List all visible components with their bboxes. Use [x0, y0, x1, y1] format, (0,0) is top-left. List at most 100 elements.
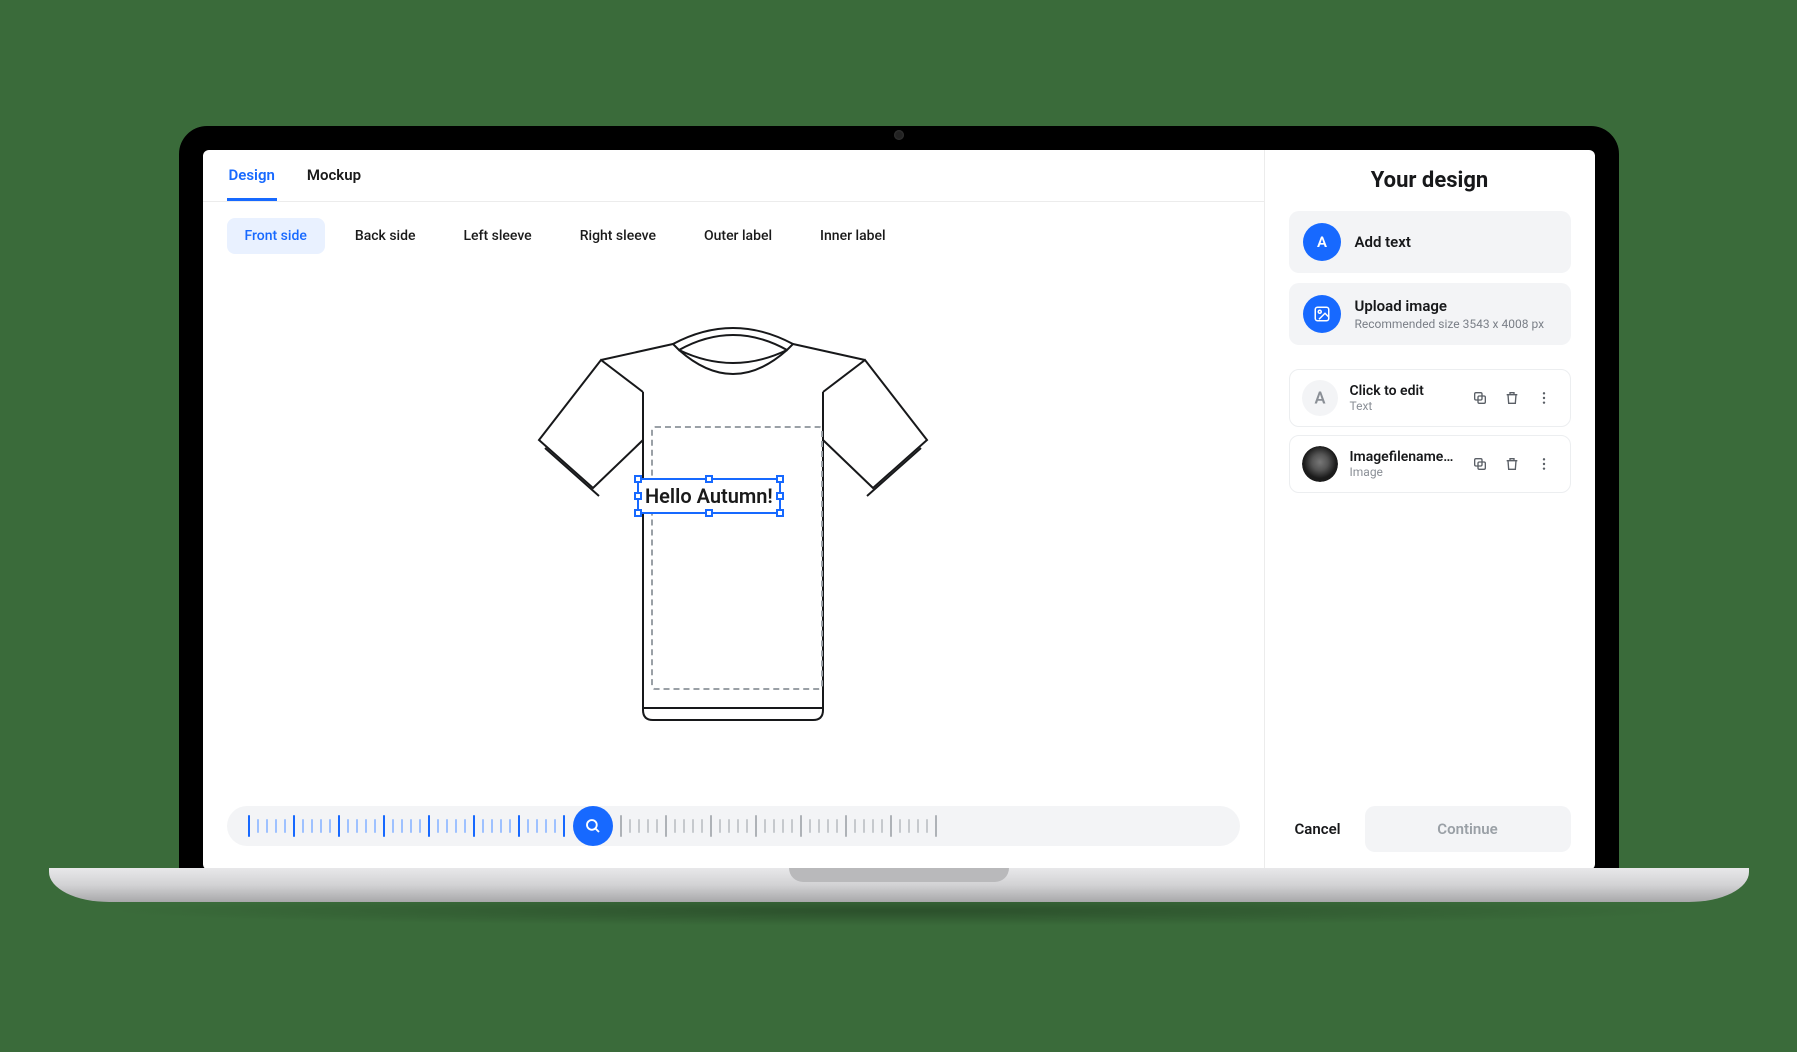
side-left-sleeve[interactable]: Left sleeve — [446, 218, 550, 254]
zoom-tick — [665, 815, 667, 837]
layer-more-button[interactable] — [1530, 384, 1558, 412]
laptop-frame: Design Mockup Front side Back side Left … — [179, 126, 1619, 870]
zoom-slider[interactable] — [227, 806, 1240, 846]
more-icon — [1536, 390, 1552, 406]
zoom-tick — [266, 819, 268, 833]
resize-handle-bm[interactable] — [705, 509, 713, 517]
zoom-tick — [563, 815, 565, 837]
layer-title: Imagefilenamethat... — [1350, 449, 1454, 465]
print-side-tabs: Front side Back side Left sleeve Right s… — [203, 202, 1264, 270]
tab-design[interactable]: Design — [227, 166, 277, 201]
layer-type: Image — [1350, 465, 1454, 479]
layer-title: Click to edit — [1350, 383, 1454, 399]
zoom-tick — [320, 819, 322, 833]
resize-handle-rm[interactable] — [776, 492, 784, 500]
resize-handle-tm[interactable] — [705, 475, 713, 483]
zoom-tick — [782, 819, 784, 833]
layer-row-text[interactable]: A Click to edit Text — [1289, 369, 1571, 427]
cancel-button[interactable]: Cancel — [1289, 808, 1347, 850]
zoom-tick — [647, 819, 649, 833]
zoom-tick — [293, 815, 295, 837]
resize-handle-lm[interactable] — [634, 492, 642, 500]
zoom-knob[interactable] — [573, 806, 613, 846]
more-icon — [1536, 456, 1552, 472]
zoom-tick — [509, 819, 511, 833]
zoom-tick — [872, 819, 874, 833]
zoom-tick — [401, 819, 403, 833]
zoom-tick — [638, 819, 640, 833]
zoom-tick — [728, 819, 730, 833]
zoom-tick — [482, 819, 484, 833]
zoom-tick — [881, 819, 883, 833]
zoom-tick — [464, 819, 466, 833]
duplicate-layer-button[interactable] — [1466, 384, 1494, 412]
canvas-text-element[interactable]: Hello Autumn! — [637, 478, 781, 514]
print-area-bounds — [651, 426, 823, 690]
svg-text:A: A — [1314, 390, 1325, 409]
side-back[interactable]: Back side — [337, 218, 434, 254]
zoom-tick — [248, 815, 250, 837]
trash-icon — [1504, 390, 1520, 406]
delete-layer-button[interactable] — [1498, 450, 1526, 478]
zoom-tick — [737, 819, 739, 833]
text-icon: A — [1303, 223, 1341, 261]
zoom-tick — [410, 819, 412, 833]
zoom-tick — [545, 819, 547, 833]
upload-image-label: Upload image — [1355, 297, 1545, 315]
zoom-tick — [536, 819, 538, 833]
upload-image-button[interactable]: Upload image Recommended size 3543 x 400… — [1289, 283, 1571, 345]
zoom-tick — [437, 819, 439, 833]
zoom-tick — [329, 819, 331, 833]
zoom-tick — [926, 819, 928, 833]
zoom-tick — [845, 815, 847, 837]
side-front[interactable]: Front side — [227, 218, 325, 254]
zoom-tick — [284, 819, 286, 833]
zoom-tick — [863, 819, 865, 833]
side-inner-label[interactable]: Inner label — [802, 218, 904, 254]
camera-dot — [894, 130, 904, 140]
resize-handle-tl[interactable] — [634, 475, 642, 483]
zoom-tick — [656, 819, 658, 833]
zoom-tick — [446, 819, 448, 833]
zoom-tick — [818, 819, 820, 833]
resize-handle-bl[interactable] — [634, 509, 642, 517]
tshirt-mockup: Hello Autumn! — [493, 320, 973, 740]
zoom-tick — [554, 819, 556, 833]
image-icon — [1303, 295, 1341, 333]
zoom-tick — [527, 819, 529, 833]
layer-text-icon: A — [1302, 380, 1338, 416]
zoom-tick — [473, 815, 475, 837]
continue-button[interactable]: Continue — [1365, 806, 1571, 852]
top-tabs: Design Mockup — [203, 150, 1264, 202]
design-canvas[interactable]: Hello Autumn! — [203, 270, 1264, 790]
canvas-text-content: Hello Autumn! — [645, 484, 773, 508]
zoom-tick — [809, 819, 811, 833]
layer-row-image[interactable]: Imagefilenamethat... Image — [1289, 435, 1571, 493]
zoom-tick — [311, 819, 313, 833]
zoom-tick — [764, 819, 766, 833]
add-text-button[interactable]: A Add text — [1289, 211, 1571, 273]
tab-mockup[interactable]: Mockup — [305, 166, 363, 201]
side-right-sleeve[interactable]: Right sleeve — [562, 218, 674, 254]
upload-image-hint: Recommended size 3543 x 4008 px — [1355, 317, 1545, 331]
layer-more-button[interactable] — [1530, 450, 1558, 478]
resize-handle-br[interactable] — [776, 509, 784, 517]
zoom-tick — [491, 819, 493, 833]
zoom-tick — [935, 815, 937, 837]
duplicate-layer-button[interactable] — [1466, 450, 1494, 478]
zoom-tick — [692, 819, 694, 833]
zoom-tick — [899, 819, 901, 833]
sidebar-footer: Cancel Continue — [1289, 790, 1571, 852]
zoom-tick — [383, 815, 385, 837]
sidebar-title: Your design — [1289, 168, 1571, 193]
zoom-tick — [302, 819, 304, 833]
zoom-tick — [683, 819, 685, 833]
zoom-tick — [347, 819, 349, 833]
laptop-base — [49, 868, 1749, 902]
camera-notch — [779, 126, 1019, 144]
side-outer-label[interactable]: Outer label — [686, 218, 790, 254]
app-screen: Design Mockup Front side Back side Left … — [203, 150, 1595, 870]
resize-handle-tr[interactable] — [776, 475, 784, 483]
delete-layer-button[interactable] — [1498, 384, 1526, 412]
zoom-tick — [338, 815, 340, 837]
